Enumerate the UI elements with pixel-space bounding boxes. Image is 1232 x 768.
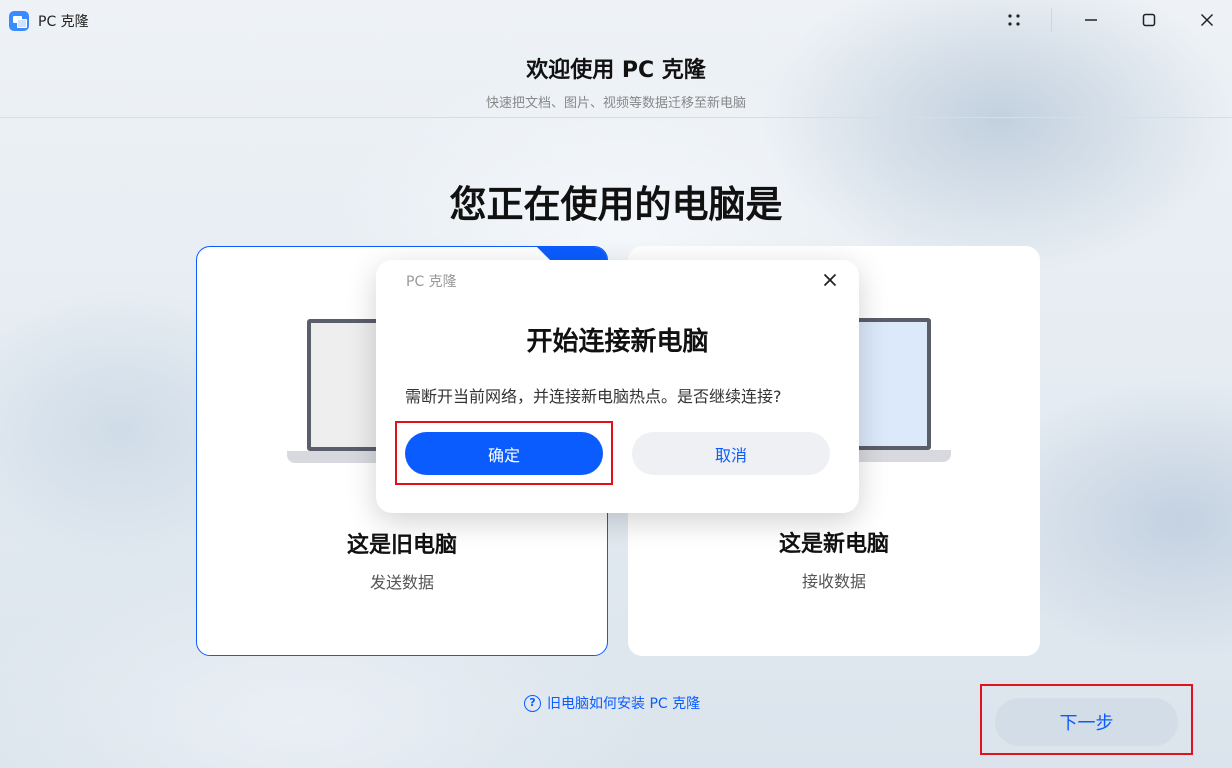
new-pc-subtitle: 接收数据 (801, 572, 866, 591)
new-pc-title: 这是新电脑 (778, 532, 889, 557)
next-button[interactable]: 下一步 (995, 698, 1178, 746)
confirm-button[interactable]: 确定 (405, 432, 603, 475)
help-link[interactable]: ? 旧电脑如何安装 PC 克隆 (524, 693, 700, 713)
header-divider (0, 117, 1232, 118)
dialog-close-icon[interactable] (819, 269, 841, 291)
connect-dialog: PC 克隆 开始连接新电脑 需断开当前网络，并连接新电脑热点。是否继续连接? 确… (376, 260, 859, 513)
question-heading: 您正在使用的电脑是 (449, 183, 783, 226)
maximize-icon[interactable] (1132, 6, 1166, 34)
cancel-button[interactable]: 取消 (632, 432, 830, 475)
app-title: PC 克隆 (38, 14, 89, 30)
grid-dots-icon[interactable] (997, 6, 1031, 34)
help-link-label: 旧电脑如何安装 PC 克隆 (547, 696, 701, 712)
dialog-title: 开始连接新电脑 (526, 327, 709, 357)
app-logo-icon (9, 11, 29, 31)
page-title: 欢迎使用 PC 克隆 (526, 58, 706, 83)
page-subtitle: 快速把文档、图片、视频等数据迁移至新电脑 (485, 96, 746, 111)
old-pc-title: 这是旧电脑 (346, 533, 457, 558)
dialog-app-name: PC 克隆 (406, 274, 457, 290)
old-pc-subtitle: 发送数据 (369, 573, 434, 592)
close-icon[interactable] (1190, 6, 1224, 34)
minimize-icon[interactable] (1074, 6, 1108, 34)
question-circle-icon: ? (524, 694, 541, 712)
dialog-message: 需断开当前网络，并连接新电脑热点。是否继续连接? (405, 387, 782, 406)
title-bar-divider (1051, 8, 1052, 32)
title-bar: PC 克隆 (0, 0, 1232, 40)
